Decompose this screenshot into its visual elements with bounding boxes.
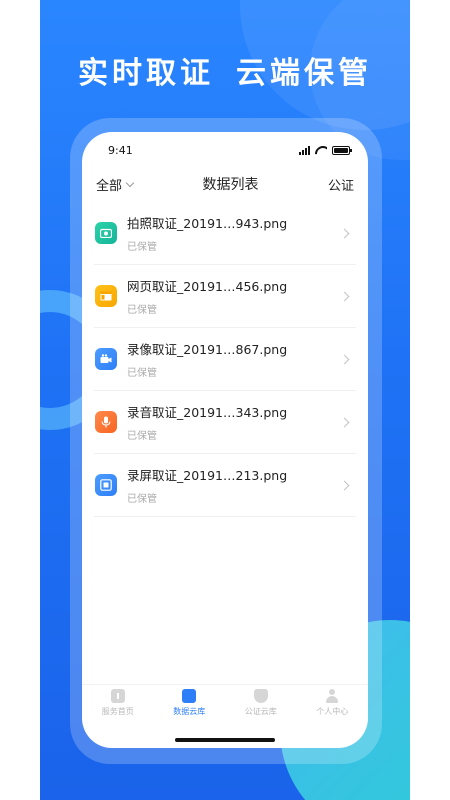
tab-label: 公证云库 — [244, 707, 277, 716]
status-label: 已保管 — [127, 494, 157, 505]
list-item[interactable]: 录音取证_20191…343.png 已保管 — [94, 391, 356, 454]
tab-label: 个人中心 — [316, 707, 349, 716]
tab-personal-center[interactable]: 个人中心 — [297, 685, 369, 724]
list-item[interactable]: 网页取证_20191…456.png 已保管 — [94, 265, 356, 328]
status-icons — [299, 145, 352, 155]
headline-part-1: 实时取证 — [78, 56, 214, 91]
file-name: 录像取证_20191…867.png — [127, 342, 288, 357]
user-icon — [325, 689, 339, 703]
microphone-icon — [95, 411, 117, 433]
chevron-right-icon — [339, 354, 350, 364]
promo-headline: 实时取证 云端保管 — [40, 48, 410, 92]
status-time: 9:41 — [108, 143, 133, 157]
file-name: 录屏取证_20191…213.png — [127, 468, 288, 483]
status-bar: 9:41 — [82, 132, 368, 168]
list-item[interactable]: 录像取证_20191…867.png 已保管 — [94, 328, 356, 391]
list-item[interactable]: 录屏取证_20191…213.png 已保管 — [94, 454, 356, 517]
evidence-list: 拍照取证_20191…943.png 已保管 网页取证_20191…456.pn… — [94, 202, 356, 517]
headline-part-2: 云端保管 — [236, 56, 372, 91]
tab-label: 数据云库 — [173, 707, 206, 716]
list-item[interactable]: 拍照取证_20191…943.png 已保管 — [94, 202, 356, 265]
wifi-icon — [315, 146, 327, 155]
filter-dropdown-label: 全部 — [96, 178, 123, 194]
nav-bar: 全部 数据列表 公证 — [82, 170, 368, 198]
tab-data-cloud[interactable]: 数据云库 — [154, 685, 226, 724]
screen-record-icon — [95, 474, 117, 496]
folder-icon — [182, 689, 197, 703]
camera-icon — [95, 222, 117, 244]
chevron-right-icon — [339, 417, 350, 427]
tab-service-home[interactable]: 服务首页 — [82, 685, 154, 724]
bottom-tab-bar: 服务首页 数据云库 公证云库 个人中心 — [82, 684, 368, 724]
status-label: 已保管 — [127, 305, 157, 316]
phone-screen: 9:41 全部 数据列表 公证 拍照取证_20191…943.png 已保管 网… — [82, 132, 368, 748]
webpage-icon — [95, 285, 117, 307]
status-label: 已保管 — [127, 242, 157, 253]
shield-icon — [253, 689, 268, 703]
chevron-right-icon — [339, 228, 350, 238]
status-label: 已保管 — [127, 368, 157, 379]
video-icon — [95, 348, 117, 370]
file-name: 录音取证_20191…343.png — [127, 405, 288, 420]
tab-notary-cloud[interactable]: 公证云库 — [225, 685, 297, 724]
file-name: 拍照取证_20191…943.png — [127, 216, 288, 231]
home-icon — [110, 689, 125, 703]
file-name: 网页取证_20191…456.png — [127, 279, 288, 294]
home-indicator[interactable] — [175, 738, 275, 742]
filter-dropdown[interactable]: 全部 — [96, 175, 135, 194]
chevron-down-icon — [125, 178, 135, 187]
notarize-button[interactable]: 公证 — [328, 175, 354, 194]
status-label: 已保管 — [127, 431, 157, 442]
tab-label: 服务首页 — [101, 707, 134, 716]
chevron-right-icon — [339, 480, 350, 490]
chevron-right-icon — [339, 291, 350, 301]
battery-icon — [332, 145, 352, 155]
page-title: 数据列表 — [202, 177, 259, 193]
cellular-signal-icon — [299, 145, 310, 155]
